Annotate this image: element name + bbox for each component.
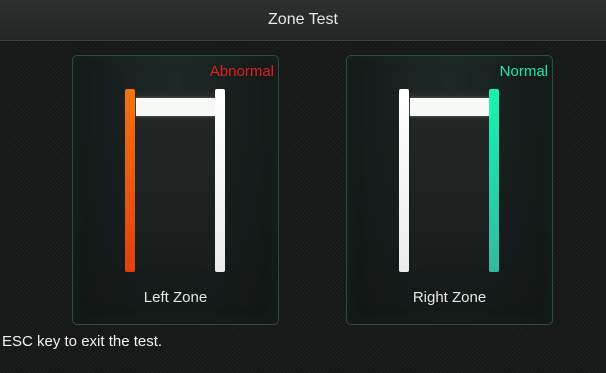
gate-crossbar [136, 98, 215, 116]
zone-label: Right Zone [412, 289, 487, 306]
left-post-indicator [399, 89, 409, 272]
left-post-indicator [125, 89, 135, 272]
title-bar: Zone Test [0, 0, 606, 41]
zone-test-screen: Zone Test Abnormal Left Zone Normal Righ… [0, 0, 606, 373]
zone-label: Left Zone [143, 289, 208, 306]
right-zone-panel: Normal Right Zone [346, 55, 553, 325]
gate-frame-icon [125, 89, 225, 272]
exit-hint: ESC key to exit the test. [2, 333, 163, 350]
gate-frame-icon [399, 89, 499, 272]
page-title: Zone Test [268, 11, 338, 28]
status-badge: Abnormal [209, 63, 274, 80]
left-zone-panel: Abnormal Left Zone [72, 55, 279, 325]
right-post-indicator [215, 89, 225, 272]
gate-interior [136, 92, 216, 270]
gate-crossbar [410, 98, 489, 116]
status-badge: Normal [499, 63, 548, 80]
right-post-indicator [489, 89, 499, 272]
gate-interior [410, 92, 490, 270]
